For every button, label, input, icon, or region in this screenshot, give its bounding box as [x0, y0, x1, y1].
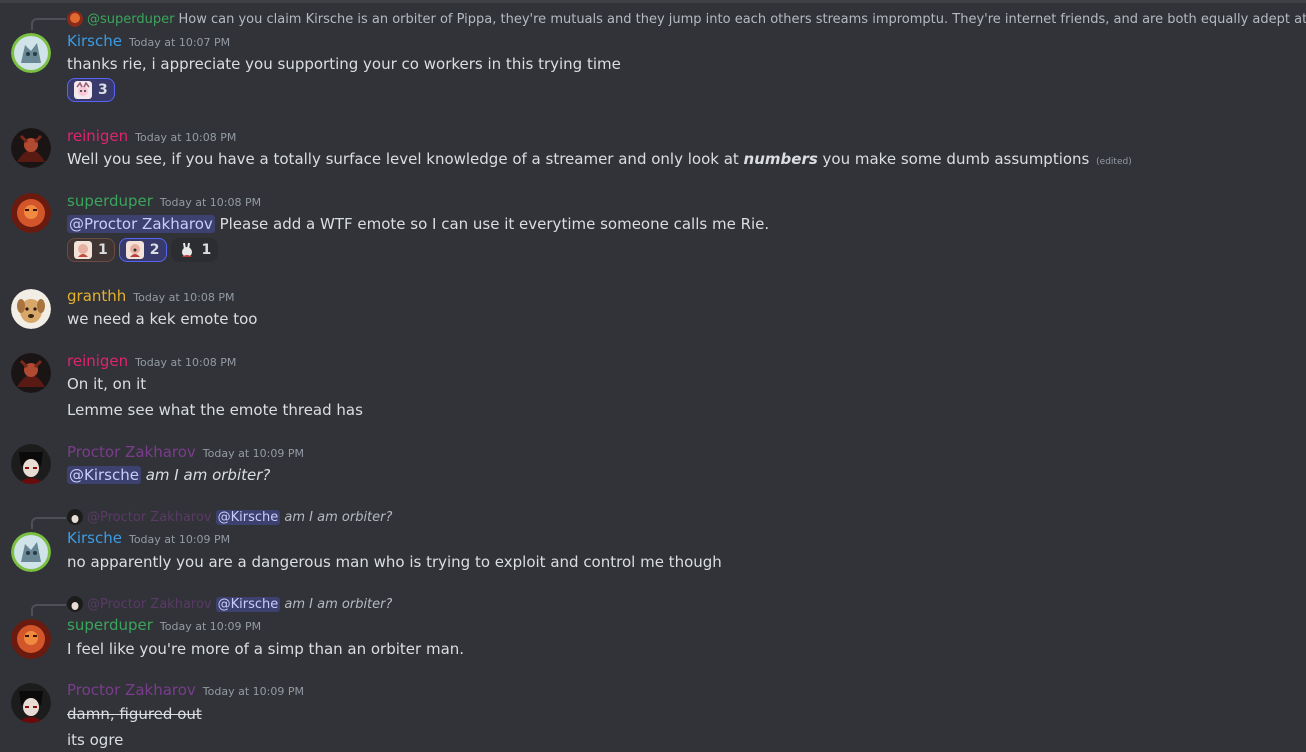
reply-author[interactable]: @superduper: [87, 12, 174, 27]
reaction-pill[interactable]: 1: [67, 238, 115, 262]
reaction-pill[interactable]: 1: [170, 238, 219, 262]
timestamp: Today at 10:09 PM: [128, 533, 231, 546]
reply-author[interactable]: @Proctor Zakharov: [87, 510, 212, 525]
superduper-avatar[interactable]: [11, 193, 51, 233]
timestamp: Today at 10:08 PM: [135, 356, 237, 369]
text-segment: you make some dumb assumptions: [817, 150, 1090, 168]
username[interactable]: Kirsche: [67, 32, 122, 50]
username[interactable]: superduper: [67, 192, 153, 210]
emphasis-text: numbers: [743, 150, 818, 168]
message-text: no apparently you are a dangerous man wh…: [67, 553, 722, 571]
reply-connector: [31, 517, 66, 529]
reaction-count: 1: [98, 242, 108, 258]
superduper-avatar[interactable]: [11, 619, 51, 659]
message-granthh-1: granthh Today at 10:08 PM we need a kek …: [0, 280, 1306, 335]
message-text: we need a kek emote too: [67, 310, 258, 328]
reply-connector: [31, 604, 66, 616]
message-superduper-2: @Proctor Zakharov @Kirsche am I am orbit…: [0, 587, 1306, 667]
reply-text: How can you claim Kirsche is an orbiter …: [178, 11, 1306, 27]
pippa-emote-icon: [74, 81, 92, 99]
message-text: I feel like you're more of a simp than a…: [67, 640, 465, 658]
message-proctor-2: Proctor Zakharov Today at 10:09 PM damn,…: [0, 675, 1306, 752]
reply-author[interactable]: @Proctor Zakharov: [87, 597, 212, 612]
message-text: damn, figured out: [67, 705, 202, 723]
proctor-avatar[interactable]: [11, 444, 51, 484]
kirsche-avatar[interactable]: [11, 532, 51, 572]
timestamp: Today at 10:09 PM: [202, 685, 304, 698]
user-mention[interactable]: @Proctor Zakharov: [67, 215, 215, 233]
rie-wtf-emote-icon: [125, 241, 144, 259]
reply-text: am I am orbiter?: [284, 596, 393, 612]
text-segment: Please add a WTF emote so I can use it e…: [214, 215, 770, 233]
user-mention[interactable]: @Kirsche: [67, 466, 141, 484]
granthh-avatar[interactable]: [11, 289, 51, 329]
user-mention[interactable]: @Kirsche: [215, 596, 281, 612]
reply-preview[interactable]: @superduper How can you claim Kirsche is…: [67, 10, 1306, 28]
kirsche-avatar[interactable]: [11, 33, 51, 73]
timestamp: Today at 10:09 PM: [159, 620, 262, 633]
text-segment: Well you see, if you have a totally surf…: [67, 150, 744, 168]
superduper-reply-avatar: [67, 11, 83, 27]
proctor-reply-avatar: [67, 509, 83, 525]
reinigen-avatar[interactable]: [11, 353, 51, 393]
message-text: its ogre: [67, 731, 124, 749]
reply-preview[interactable]: @Proctor Zakharov @Kirsche am I am orbit…: [67, 508, 1306, 526]
username[interactable]: superduper: [67, 616, 153, 634]
username[interactable]: reinigen: [67, 352, 128, 370]
reaction-count: 2: [149, 242, 160, 258]
username[interactable]: Kirsche: [67, 529, 122, 547]
message-text: thanks rie, i appreciate you supporting …: [67, 55, 621, 73]
message-text: @Proctor Zakharov Please add a WTF emote…: [67, 214, 769, 234]
rabbit-emote-icon: [177, 241, 196, 259]
reinigen-avatar[interactable]: [11, 128, 51, 168]
message-reinigen-2: reinigen Today at 10:08 PM On it, on it …: [0, 345, 1306, 425]
text-segment: am I am orbiter?: [140, 466, 271, 484]
reply-connector: [31, 18, 66, 30]
timestamp: Today at 10:08 PM: [133, 291, 235, 304]
reaction-count: 1: [201, 242, 212, 258]
user-mention[interactable]: @Kirsche: [215, 509, 281, 525]
timestamp: Today at 10:08 PM: [135, 131, 237, 144]
proctor-avatar[interactable]: [11, 683, 51, 723]
message-text: @Kirsche am I am orbiter?: [67, 465, 270, 485]
reply-preview[interactable]: @Proctor Zakharov @Kirsche am I am orbit…: [67, 595, 1306, 613]
message-kirsche-2: @Proctor Zakharov @Kirsche am I am orbit…: [0, 500, 1306, 580]
reaction-pill[interactable]: 3: [67, 78, 115, 102]
timestamp: Today at 10:09 PM: [202, 447, 304, 460]
message-reinigen-1: reinigen Today at 10:08 PM Well you see,…: [0, 120, 1306, 175]
message-text: On it, on it: [67, 375, 147, 393]
username[interactable]: reinigen: [67, 127, 128, 145]
message-text: Well you see, if you have a totally surf…: [67, 149, 1132, 172]
timestamp: Today at 10:08 PM: [159, 196, 262, 209]
rie-emote-icon: [74, 241, 92, 259]
username[interactable]: Proctor Zakharov: [67, 443, 196, 461]
edited-marker: (edited): [1096, 157, 1132, 167]
message-text: Lemme see what the emote thread has: [67, 401, 363, 419]
proctor-reply-avatar: [67, 596, 83, 612]
message-kirsche-1: @superduper How can you claim Kirsche is…: [0, 0, 1306, 110]
message-superduper-1: superduper Today at 10:08 PM @Proctor Za…: [0, 185, 1306, 270]
reaction-count: 3: [98, 82, 108, 98]
username[interactable]: Proctor Zakharov: [67, 681, 196, 699]
username[interactable]: granthh: [67, 287, 126, 305]
reaction-pill[interactable]: 2: [118, 238, 167, 262]
message-proctor-1: Proctor Zakharov Today at 10:09 PM @Kirs…: [0, 436, 1306, 496]
reply-text: am I am orbiter?: [284, 509, 393, 525]
timestamp: Today at 10:07 PM: [128, 36, 231, 49]
